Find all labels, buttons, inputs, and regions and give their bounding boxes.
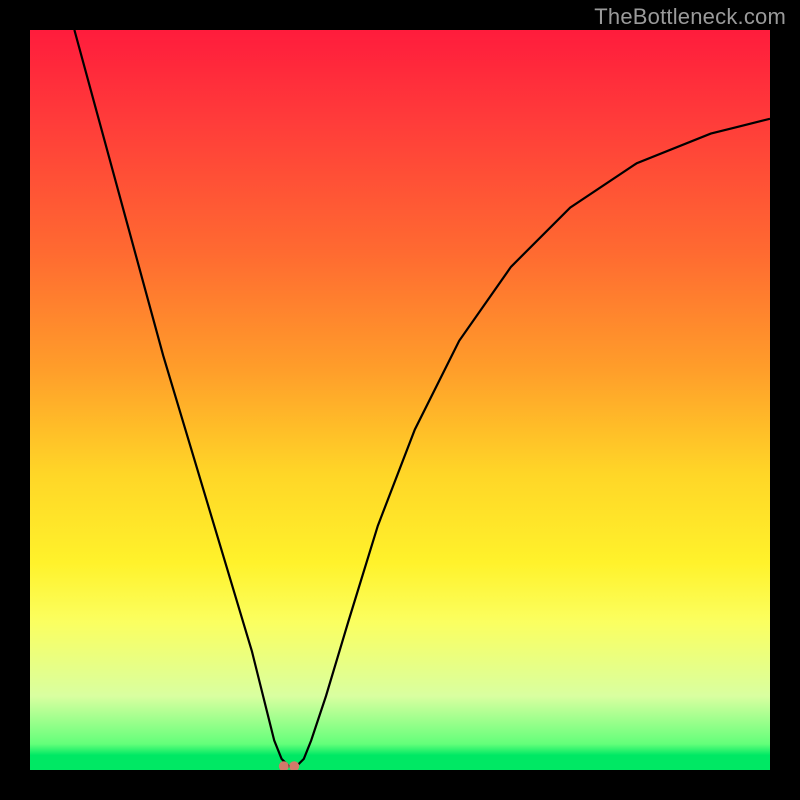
plot-area bbox=[30, 30, 770, 770]
watermark-text: TheBottleneck.com bbox=[594, 4, 786, 30]
bottleneck-curve bbox=[74, 30, 770, 766]
curve-layer bbox=[30, 30, 770, 770]
dip-marker-right bbox=[289, 761, 299, 770]
chart-frame: TheBottleneck.com bbox=[0, 0, 800, 800]
dip-marker-left bbox=[279, 761, 289, 770]
